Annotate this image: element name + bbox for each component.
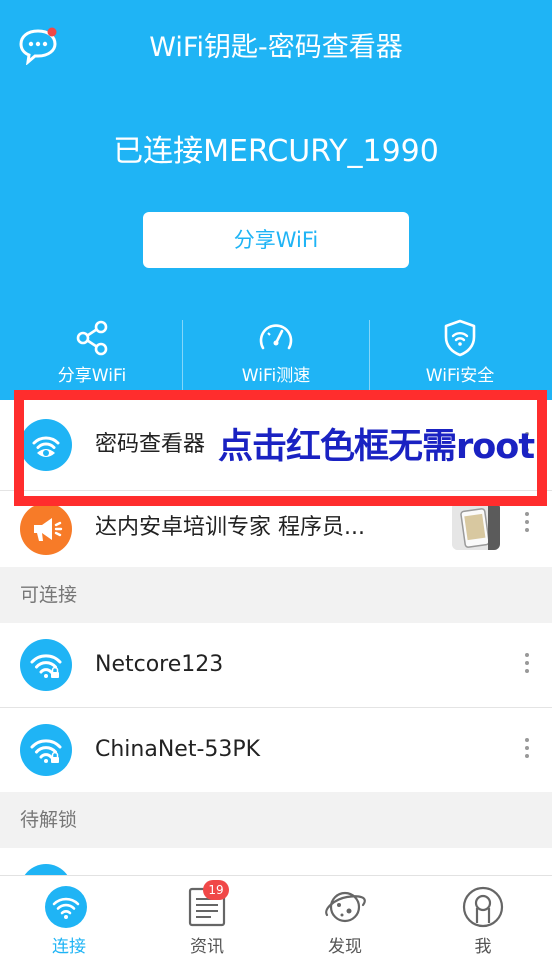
divider [182, 320, 183, 390]
wifi-lock-icon [20, 724, 72, 776]
tab-label: 我 [474, 937, 492, 957]
megaphone-icon [20, 503, 72, 555]
more-options-icon[interactable] [520, 512, 534, 536]
connection-status: 已连接MERCURY_1990 [113, 134, 439, 169]
tool-wifi-security[interactable]: WiFi安全 [368, 318, 552, 400]
share-wifi-button[interactable]: 分享WiFi [143, 212, 409, 268]
more-options-icon[interactable] [520, 653, 534, 677]
network-ssid: Netcore123 [95, 652, 224, 677]
app-screen: WiFi钥匙-密码查看器 已连接MERCURY_1990 分享WiFi 分享Wi… [0, 0, 552, 960]
ad-thumbnail[interactable] [452, 502, 500, 550]
section-header-locked: 待解锁 [0, 792, 552, 848]
tool-label: WiFi安全 [425, 366, 495, 386]
speedometer-icon [259, 324, 293, 350]
tool-label: 分享WiFi [57, 366, 127, 386]
share-icon [76, 320, 108, 356]
news-count-badge: 19 [203, 880, 229, 900]
annotation-text: 点击红色框无需root [218, 427, 535, 467]
user-icon [462, 886, 504, 928]
header: WiFi钥匙-密码查看器 已连接MERCURY_1990 分享WiFi 分享Wi… [0, 0, 552, 400]
section-header-connectable: 可连接 [0, 567, 552, 623]
tab-connect[interactable]: 连接 [0, 876, 138, 960]
wifi-network-row[interactable]: ChinaNet-53PK [0, 708, 552, 792]
tab-me[interactable]: 我 [414, 876, 552, 960]
tab-discover[interactable]: 发现 [276, 876, 414, 960]
tab-label: 资讯 [190, 937, 224, 957]
tab-label: 连接 [52, 937, 86, 957]
tool-speed-test[interactable]: WiFi测速 [184, 318, 368, 400]
more-options-icon[interactable] [520, 738, 534, 762]
wifi-icon [45, 886, 87, 928]
tool-label: WiFi测速 [241, 366, 311, 386]
wifi-lock-icon [20, 639, 72, 691]
shield-wifi-icon [444, 319, 476, 357]
planet-icon [325, 891, 366, 923]
network-ssid: ChinaNet-53PK [95, 737, 261, 762]
tab-label: 发现 [328, 937, 362, 957]
wifi-network-row[interactable]: Netcore123 [0, 623, 552, 707]
bottom-tab-bar: 连接 资讯 发现 我 [0, 875, 552, 960]
app-title: WiFi钥匙-密码查看器 [149, 32, 403, 63]
tool-share-wifi[interactable]: 分享WiFi [0, 318, 184, 400]
item-name: 达内安卓培训专家 程序员... [95, 515, 365, 540]
